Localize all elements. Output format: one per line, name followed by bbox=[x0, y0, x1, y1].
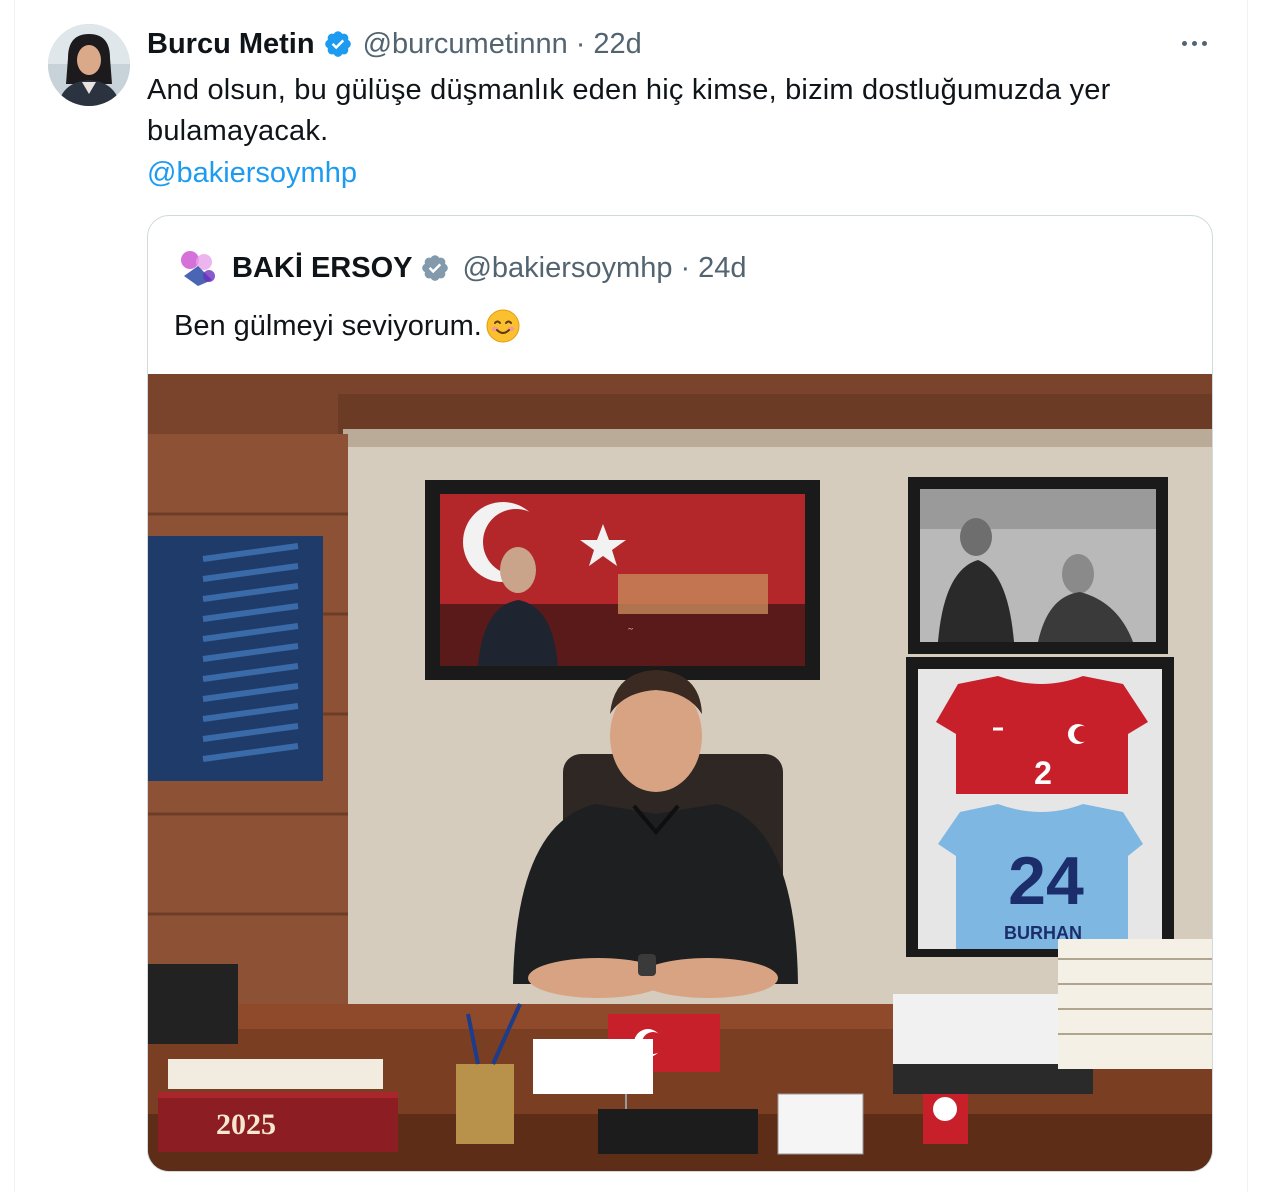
separator-dot: · bbox=[575, 27, 586, 60]
blue-jersey-number: 24 bbox=[1008, 843, 1084, 919]
quoted-author-name[interactable]: BAKİ ERSOY bbox=[232, 252, 412, 285]
quoted-tweet-header: BAKİ ERSOY @bakiersoymhp · 24d bbox=[176, 246, 747, 290]
smiling-face-emoji-icon bbox=[486, 309, 520, 343]
tweet-text: And olsun, bu gülüşe düşmanlık eden hiç … bbox=[147, 74, 1111, 147]
author-handle[interactable]: @burcumetinnn bbox=[363, 28, 568, 61]
quoted-author-handle[interactable]: @bakiersoymhp bbox=[462, 252, 672, 285]
quoted-author-avatar[interactable] bbox=[176, 246, 220, 290]
quoted-tweet-photo[interactable]: ~ 2 24 BURHAN 2025 bbox=[148, 374, 1212, 1171]
author-avatar[interactable] bbox=[48, 24, 130, 106]
quoted-tweet[interactable]: BAKİ ERSOY @bakiersoymhp · 24d Ben gülme… bbox=[147, 215, 1213, 1172]
quoted-tweet-text: Ben gülmeyi seviyorum. bbox=[174, 310, 482, 342]
quoted-tweet-timestamp[interactable]: 24d bbox=[698, 252, 746, 285]
red-jersey-number: 2 bbox=[1034, 755, 1052, 791]
calendar-year: 2025 bbox=[216, 1108, 276, 1141]
mention-link[interactable]: @bakiersoymhp bbox=[147, 154, 357, 192]
quoted-separator-dot: · bbox=[680, 251, 691, 284]
more-options-icon[interactable] bbox=[1172, 28, 1216, 58]
author-name[interactable]: Burcu Metin bbox=[147, 28, 315, 61]
tweet-timestamp[interactable]: 22d bbox=[593, 28, 641, 61]
quoted-tweet-text-row: Ben gülmeyi seviyorum. bbox=[174, 304, 520, 348]
tweet-header: Burcu Metin @burcumetinnn · 22d bbox=[147, 24, 642, 64]
verified-badge-icon bbox=[323, 29, 353, 59]
tweet[interactable]: Burcu Metin @burcumetinnn · 22d And olsu… bbox=[0, 0, 1280, 1192]
quoted-verified-badge-icon bbox=[420, 253, 450, 283]
svg-text:~: ~ bbox=[628, 624, 633, 634]
